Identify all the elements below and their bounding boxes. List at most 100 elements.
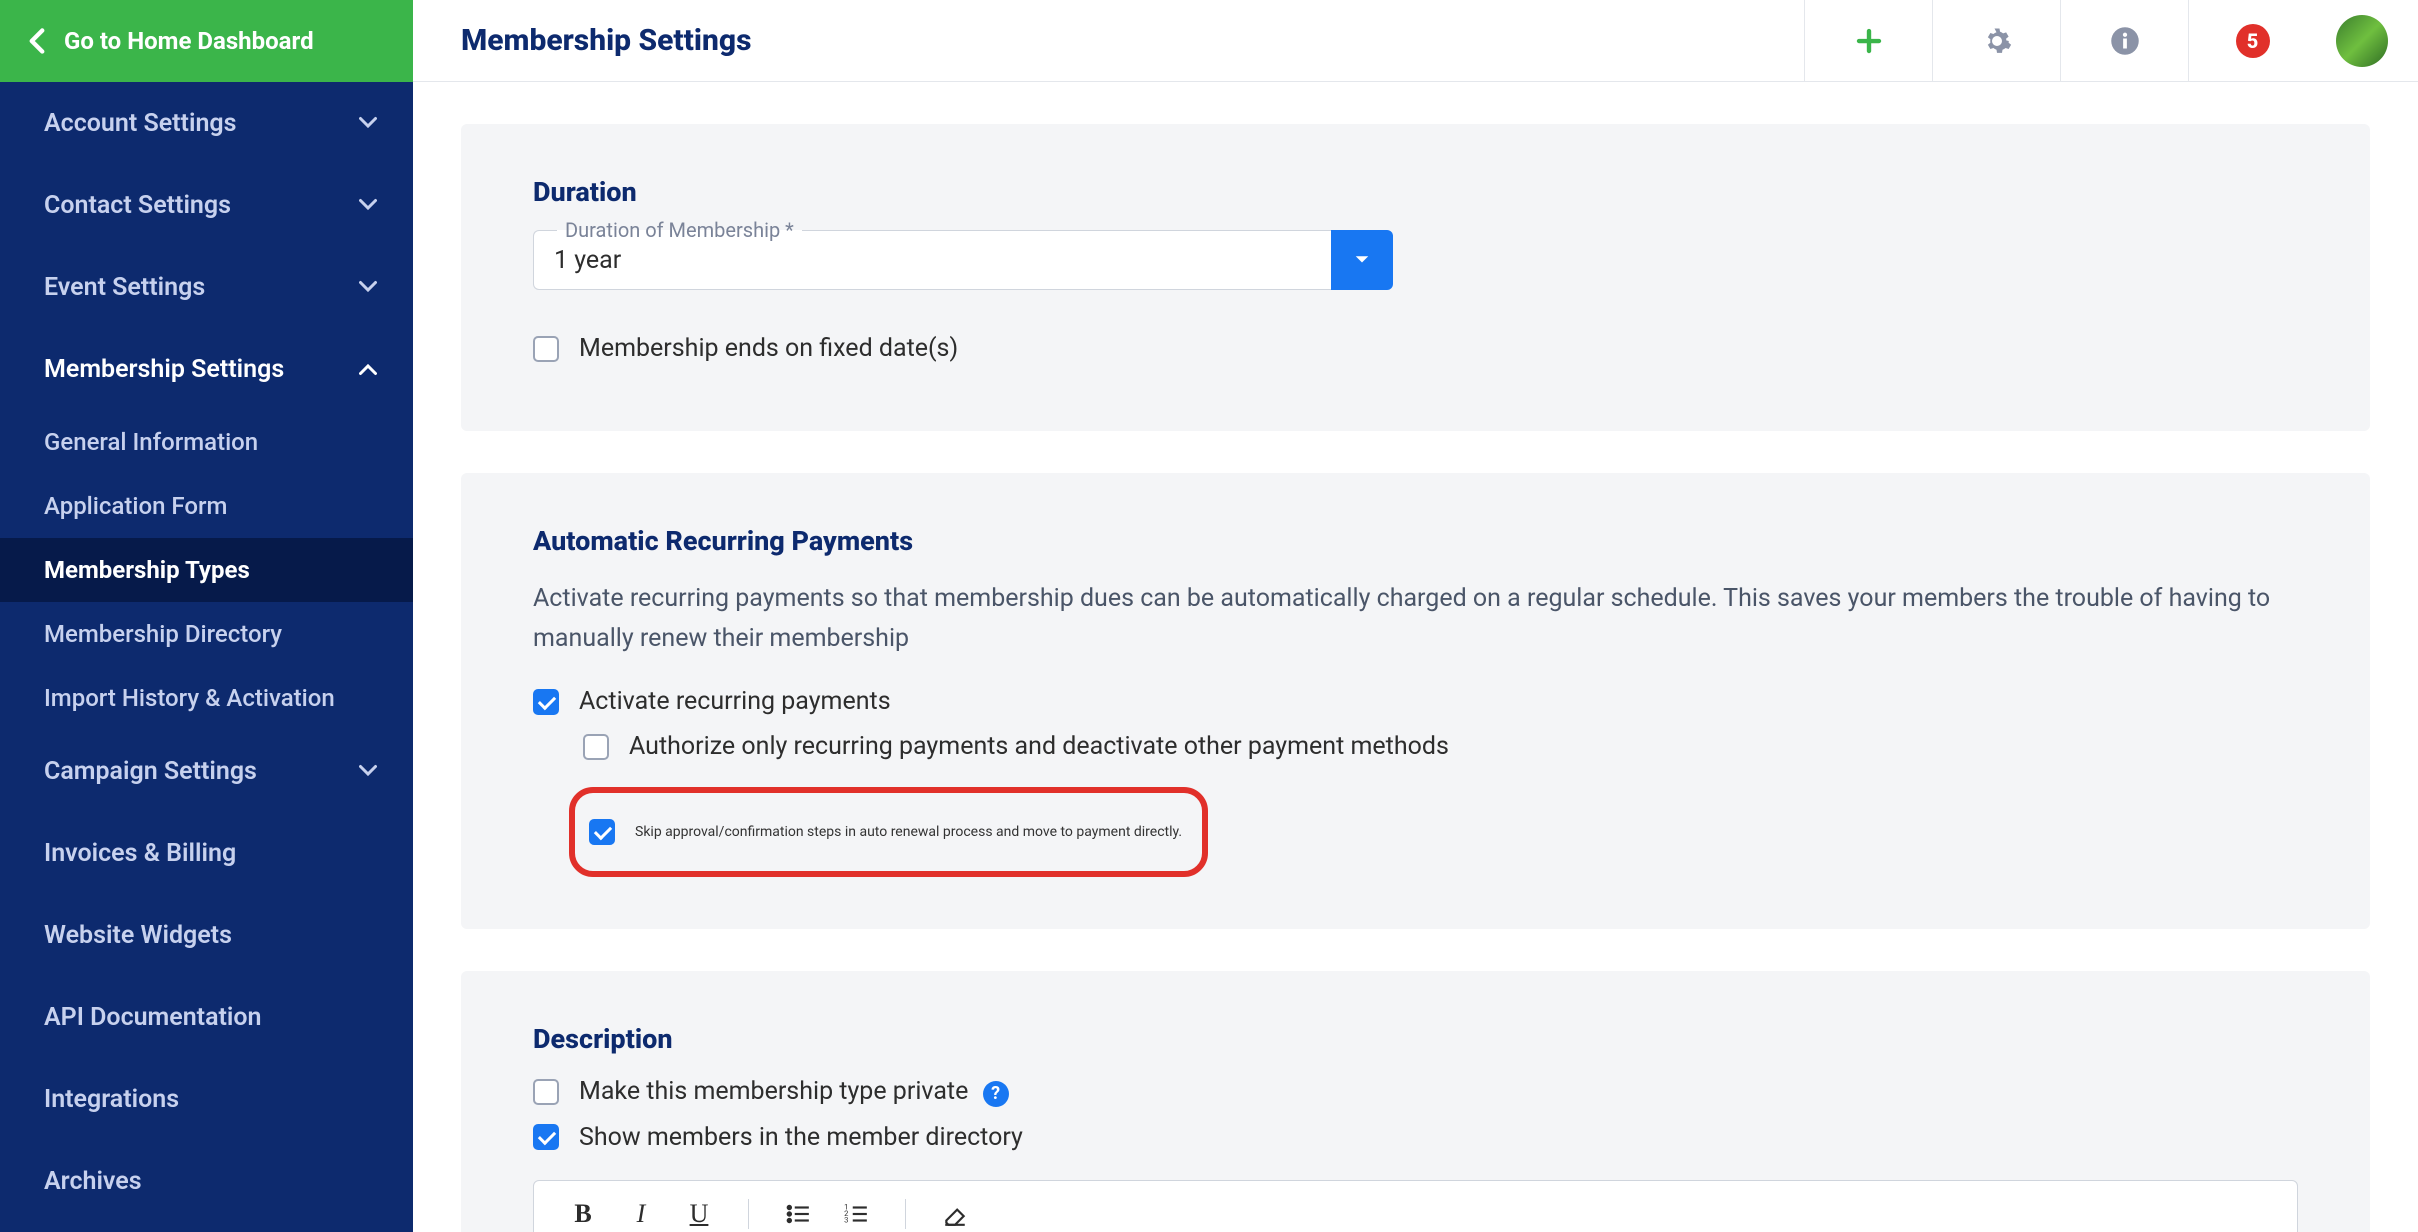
chevron-down-icon bbox=[359, 196, 377, 214]
sidebar-item-contact-settings[interactable]: Contact Settings bbox=[0, 164, 413, 246]
main-area: Membership Settings 5 Duratio bbox=[413, 0, 2418, 1232]
sidebar-sub-label: Import History & Activation bbox=[44, 684, 335, 712]
header: Membership Settings 5 bbox=[413, 0, 2418, 82]
sidebar-sub-membership-types[interactable]: Membership Types bbox=[0, 538, 413, 602]
list-group: 123 bbox=[783, 1199, 871, 1229]
numbered-list-button[interactable]: 123 bbox=[841, 1199, 871, 1229]
gear-icon bbox=[1982, 26, 2012, 56]
info-icon bbox=[2110, 26, 2140, 56]
chevron-up-icon bbox=[359, 360, 377, 378]
chevron-down-icon bbox=[359, 278, 377, 296]
private-label-text: Make this membership type private bbox=[579, 1077, 968, 1106]
sidebar-item-label: Account Settings bbox=[44, 109, 236, 138]
duration-title: Duration bbox=[533, 176, 2298, 208]
duration-field: Duration of Membership * 1 year bbox=[533, 230, 1393, 290]
sidebar-sub-application-form[interactable]: Application Form bbox=[0, 474, 413, 538]
info-button[interactable] bbox=[2060, 0, 2188, 81]
add-button[interactable] bbox=[1804, 0, 1932, 81]
sidebar-item-label: Integrations bbox=[44, 1085, 179, 1114]
activate-recurring-checkbox[interactable] bbox=[533, 689, 559, 715]
underline-button[interactable]: U bbox=[684, 1199, 714, 1229]
sidebar-item-label: API Documentation bbox=[44, 1003, 262, 1032]
chevron-down-icon bbox=[359, 114, 377, 132]
editor-toolbar: B I U 123 bbox=[534, 1181, 2297, 1232]
recurring-desc: Activate recurring payments so that memb… bbox=[533, 579, 2298, 659]
recurring-title: Automatic Recurring Payments bbox=[533, 525, 2298, 557]
text-style-group: B I U bbox=[568, 1199, 714, 1229]
sidebar-item-label: Campaign Settings bbox=[44, 757, 257, 786]
sidebar-item-invoices-billing[interactable]: Invoices & Billing bbox=[0, 812, 413, 894]
notification-badge: 5 bbox=[2236, 24, 2270, 58]
authorize-only-row: Authorize only recurring payments and de… bbox=[583, 732, 2298, 761]
sidebar-item-label: Event Settings bbox=[44, 273, 205, 302]
sidebar-item-account-settings[interactable]: Account Settings bbox=[0, 82, 413, 164]
numbered-list-icon: 123 bbox=[843, 1201, 869, 1227]
authorize-only-checkbox[interactable] bbox=[583, 734, 609, 760]
sidebar-item-label: Archives bbox=[44, 1167, 142, 1196]
skip-approval-label: Skip approval/confirmation steps in auto… bbox=[635, 824, 1182, 840]
notifications-button[interactable]: 5 bbox=[2188, 0, 2316, 81]
help-icon[interactable]: ? bbox=[983, 1081, 1009, 1107]
toolbar-separator bbox=[905, 1199, 906, 1229]
sidebar-sub-import-history[interactable]: Import History & Activation bbox=[0, 666, 413, 730]
chevron-left-icon bbox=[28, 27, 46, 55]
fixed-dates-label: Membership ends on fixed date(s) bbox=[579, 334, 958, 363]
description-panel: Description Make this membership type pr… bbox=[461, 971, 2370, 1232]
show-members-row: Show members in the member directory bbox=[533, 1123, 2298, 1152]
show-members-checkbox[interactable] bbox=[533, 1124, 559, 1150]
private-checkbox[interactable] bbox=[533, 1079, 559, 1105]
authorize-only-label: Authorize only recurring payments and de… bbox=[629, 732, 1449, 761]
sidebar-item-archives[interactable]: Archives bbox=[0, 1140, 413, 1222]
page-title: Membership Settings bbox=[461, 23, 1804, 58]
sidebar-item-label: Website Widgets bbox=[44, 921, 232, 950]
header-actions: 5 bbox=[1804, 0, 2418, 81]
private-label: Make this membership type private ? bbox=[579, 1077, 1009, 1107]
settings-button[interactable] bbox=[1932, 0, 2060, 81]
sidebar-sub-label: Application Form bbox=[44, 492, 227, 520]
bullet-list-icon bbox=[785, 1201, 811, 1227]
sidebar-sub-label: Membership Types bbox=[44, 556, 250, 584]
clear-format-button[interactable] bbox=[940, 1199, 970, 1229]
sidebar-item-label: Membership Settings bbox=[44, 355, 284, 384]
show-members-label: Show members in the member directory bbox=[579, 1123, 1023, 1152]
sidebar-item-api-documentation[interactable]: API Documentation bbox=[0, 976, 413, 1058]
bold-button[interactable]: B bbox=[568, 1199, 598, 1229]
svg-text:3: 3 bbox=[844, 1215, 848, 1224]
sidebar-item-membership-settings[interactable]: Membership Settings bbox=[0, 328, 413, 410]
activate-recurring-label: Activate recurring payments bbox=[579, 687, 891, 716]
caret-down-icon bbox=[1354, 255, 1370, 265]
sidebar-item-website-widgets[interactable]: Website Widgets bbox=[0, 894, 413, 976]
private-row: Make this membership type private ? bbox=[533, 1077, 2298, 1107]
sidebar-item-label: Invoices & Billing bbox=[44, 839, 236, 868]
toolbar-separator bbox=[748, 1199, 749, 1229]
italic-button[interactable]: I bbox=[626, 1199, 656, 1229]
sidebar-item-integrations[interactable]: Integrations bbox=[0, 1058, 413, 1140]
sidebar-item-campaign-settings[interactable]: Campaign Settings bbox=[0, 730, 413, 812]
recurring-panel: Automatic Recurring Payments Activate re… bbox=[461, 473, 2370, 929]
sidebar-item-event-settings[interactable]: Event Settings bbox=[0, 246, 413, 328]
avatar[interactable] bbox=[2336, 15, 2388, 67]
sidebar: Go to Home Dashboard Account Settings Co… bbox=[0, 0, 413, 1232]
plus-icon bbox=[1854, 26, 1884, 56]
activate-recurring-row: Activate recurring payments bbox=[533, 687, 2298, 716]
sidebar-sub-general-information[interactable]: General Information bbox=[0, 410, 413, 474]
home-button-label: Go to Home Dashboard bbox=[64, 27, 314, 55]
duration-panel: Duration Duration of Membership * 1 year… bbox=[461, 124, 2370, 431]
skip-approval-highlight: Skip approval/confirmation steps in auto… bbox=[569, 787, 1208, 877]
duration-dropdown-toggle[interactable] bbox=[1331, 230, 1393, 290]
chevron-down-icon bbox=[359, 762, 377, 780]
skip-approval-checkbox[interactable] bbox=[589, 819, 615, 845]
home-dashboard-button[interactable]: Go to Home Dashboard bbox=[0, 0, 413, 82]
rich-text-editor: B I U 123 bbox=[533, 1180, 2298, 1232]
sidebar-sub-label: General Information bbox=[44, 428, 258, 456]
fixed-dates-checkbox[interactable] bbox=[533, 336, 559, 362]
fixed-dates-row: Membership ends on fixed date(s) bbox=[533, 334, 2298, 363]
bullet-list-button[interactable] bbox=[783, 1199, 813, 1229]
sidebar-sub-membership-directory[interactable]: Membership Directory bbox=[0, 602, 413, 666]
description-title: Description bbox=[533, 1023, 2298, 1055]
sidebar-sub-label: Membership Directory bbox=[44, 620, 282, 648]
duration-float-label: Duration of Membership * bbox=[557, 218, 802, 242]
eraser-icon bbox=[942, 1201, 968, 1227]
content-scroll[interactable]: Duration Duration of Membership * 1 year… bbox=[413, 82, 2418, 1232]
sidebar-item-label: Contact Settings bbox=[44, 191, 231, 220]
